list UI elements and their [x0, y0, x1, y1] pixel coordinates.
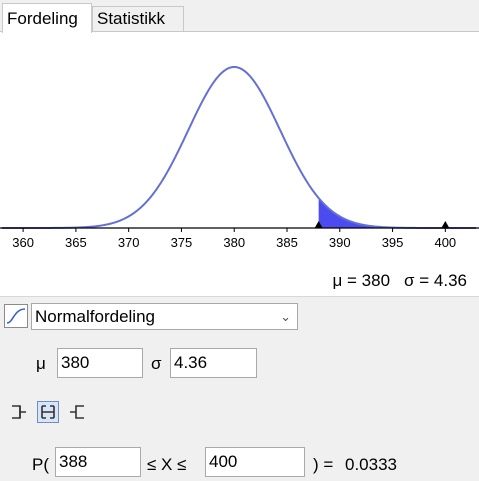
sigma-field[interactable]: 4.36	[170, 348, 257, 378]
chevron-down-icon: ⌄	[280, 309, 291, 324]
sigma-label: σ	[151, 354, 162, 373]
x-tick-label: 385	[276, 235, 298, 250]
x-tick-label: 390	[329, 235, 351, 250]
interval-icon[interactable]	[37, 401, 59, 423]
x-tick-label: 400	[434, 235, 456, 250]
probability-result: 0.0333	[345, 455, 397, 474]
distribution-select-value: Normalfordeling	[35, 307, 155, 326]
x-tick-label: 365	[65, 235, 87, 250]
distribution-plot[interactable]: 360 365 370 375 380 385 390 395 400 μ = 380 σ = 4…	[0, 33, 479, 295]
left-sided-icon[interactable]	[8, 401, 30, 423]
probability-open-label: P(	[32, 455, 49, 474]
right-sided-icon[interactable]	[66, 401, 88, 423]
density-curve	[2, 65, 476, 229]
mu-label: μ	[36, 354, 46, 373]
lower-bound-field[interactable]: 388	[55, 447, 141, 477]
sigma-summary: σ = 4.36	[404, 271, 467, 290]
x-tick-label: 395	[382, 235, 404, 250]
equals-label: ) =	[313, 455, 334, 474]
x-tick-label: 370	[118, 235, 140, 250]
distribution-select[interactable]: Normalfordeling ⌄	[31, 303, 298, 330]
shaded-probability-area	[318, 198, 446, 228]
tab-bar: Fordeling Statistikk	[0, 0, 479, 33]
tab-fordeling[interactable]: Fordeling	[2, 3, 92, 33]
mu-field[interactable]: 380	[57, 348, 143, 378]
inequality-label: ≤ X ≤	[147, 455, 187, 474]
plot-canvas: 360 365 370 375 380 385 390 395 400	[0, 65, 479, 250]
parameter-summary: μ = 380 σ = 4.36	[319, 271, 468, 291]
x-tick-label: 380	[223, 235, 245, 250]
mu-summary: μ = 380	[332, 271, 391, 290]
controls-panel: Normalfordeling ⌄ μ 380 σ 4.36 P( 388 ≤ …	[0, 296, 479, 481]
x-tick-label: 375	[171, 235, 193, 250]
upper-bound-field[interactable]: 400	[205, 447, 305, 477]
x-tick-label: 360	[12, 235, 34, 250]
tab-statistikk[interactable]: Statistikk	[92, 6, 184, 32]
normal-distribution-icon[interactable]	[4, 304, 28, 328]
interval-marker[interactable]	[441, 221, 450, 228]
